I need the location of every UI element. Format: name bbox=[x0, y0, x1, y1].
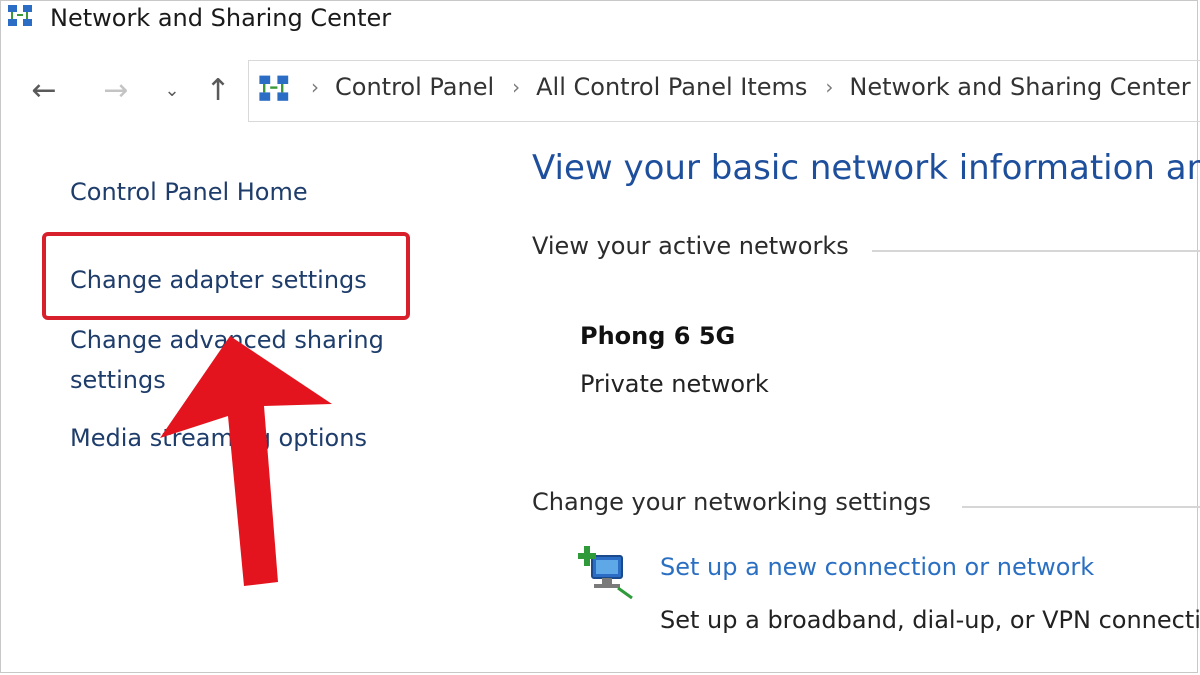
breadcrumb-network-center[interactable]: Network and Sharing Center bbox=[849, 73, 1190, 101]
forward-button[interactable]: → bbox=[96, 70, 136, 110]
new-connection-icon bbox=[578, 546, 633, 600]
network-center-icon bbox=[259, 75, 289, 101]
page-title: View your basic network information and … bbox=[532, 148, 1200, 188]
window: Network and Sharing Center ← → ⌄ ↑ › Con… bbox=[0, 0, 1200, 675]
breadcrumb-control-panel[interactable]: Control Panel bbox=[335, 73, 494, 101]
change-settings-heading: Change your networking settings bbox=[532, 488, 932, 516]
chevron-down-icon: ⌄ bbox=[164, 79, 180, 101]
arrow-left-icon: ← bbox=[31, 72, 57, 108]
network-type: Private network bbox=[580, 370, 769, 398]
setup-new-connection-link[interactable]: Set up a new connection or network bbox=[660, 553, 1094, 581]
recent-locations-button[interactable]: ⌄ bbox=[152, 70, 192, 110]
annotation-highlight-box bbox=[42, 232, 410, 320]
network-name: Phong 6 5G bbox=[580, 322, 736, 350]
breadcrumb: › Control Panel › All Control Panel Item… bbox=[301, 73, 1191, 101]
divider bbox=[962, 506, 1200, 508]
chevron-right-icon: › bbox=[512, 75, 521, 99]
annotation-arrow-icon bbox=[160, 336, 332, 586]
address-bar[interactable]: › Control Panel › All Control Panel Item… bbox=[248, 60, 1200, 122]
setup-description: Set up a broadband, dial-up, or VPN conn… bbox=[660, 606, 1200, 634]
chevron-right-icon: › bbox=[311, 75, 319, 99]
arrow-right-icon: → bbox=[103, 72, 129, 108]
chevron-right-icon: › bbox=[825, 75, 834, 99]
active-networks-heading: View your active networks bbox=[532, 232, 849, 260]
arrow-up-icon: ↑ bbox=[205, 72, 231, 108]
breadcrumb-all-items[interactable]: All Control Panel Items bbox=[536, 73, 807, 101]
back-button[interactable]: ← bbox=[24, 70, 64, 110]
up-button[interactable]: ↑ bbox=[198, 70, 238, 110]
sidebar-item-control-panel-home[interactable]: Control Panel Home bbox=[70, 172, 308, 212]
divider bbox=[872, 250, 1200, 252]
network-center-icon bbox=[8, 5, 32, 26]
title-bar: Network and Sharing Center bbox=[0, 0, 1200, 40]
window-title: Network and Sharing Center bbox=[50, 4, 392, 32]
